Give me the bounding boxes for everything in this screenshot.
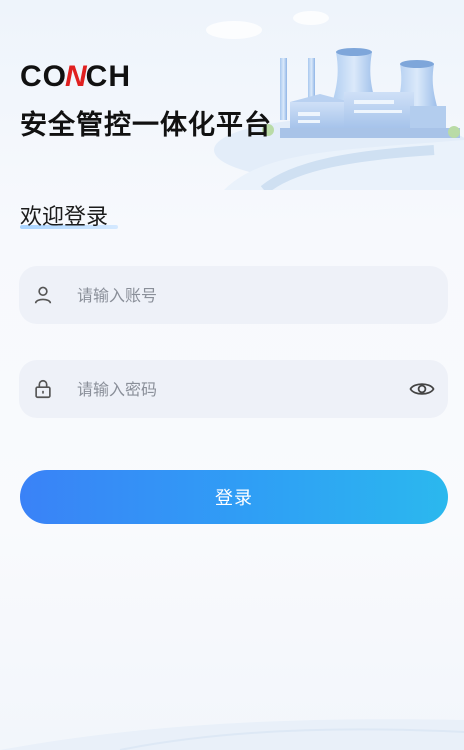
account-input[interactable] xyxy=(75,284,448,306)
eye-icon[interactable] xyxy=(408,377,436,401)
password-field[interactable] xyxy=(19,360,448,418)
user-icon xyxy=(31,283,55,307)
company-logo: CO N CH xyxy=(20,60,131,94)
logo-text-left: CO xyxy=(20,60,67,93)
factory-illustration xyxy=(206,11,464,190)
logo-text-right: CH xyxy=(85,60,132,93)
account-field[interactable] xyxy=(19,266,448,324)
lock-icon xyxy=(31,377,55,401)
password-input[interactable] xyxy=(75,378,408,400)
logo-text-mark: N xyxy=(65,60,88,93)
welcome-heading: 欢迎登录 xyxy=(20,205,109,230)
login-button[interactable]: 登录 xyxy=(20,470,448,524)
app-title: 安全管控一体化平台 xyxy=(20,110,272,141)
bottom-wave-decoration xyxy=(0,719,464,750)
